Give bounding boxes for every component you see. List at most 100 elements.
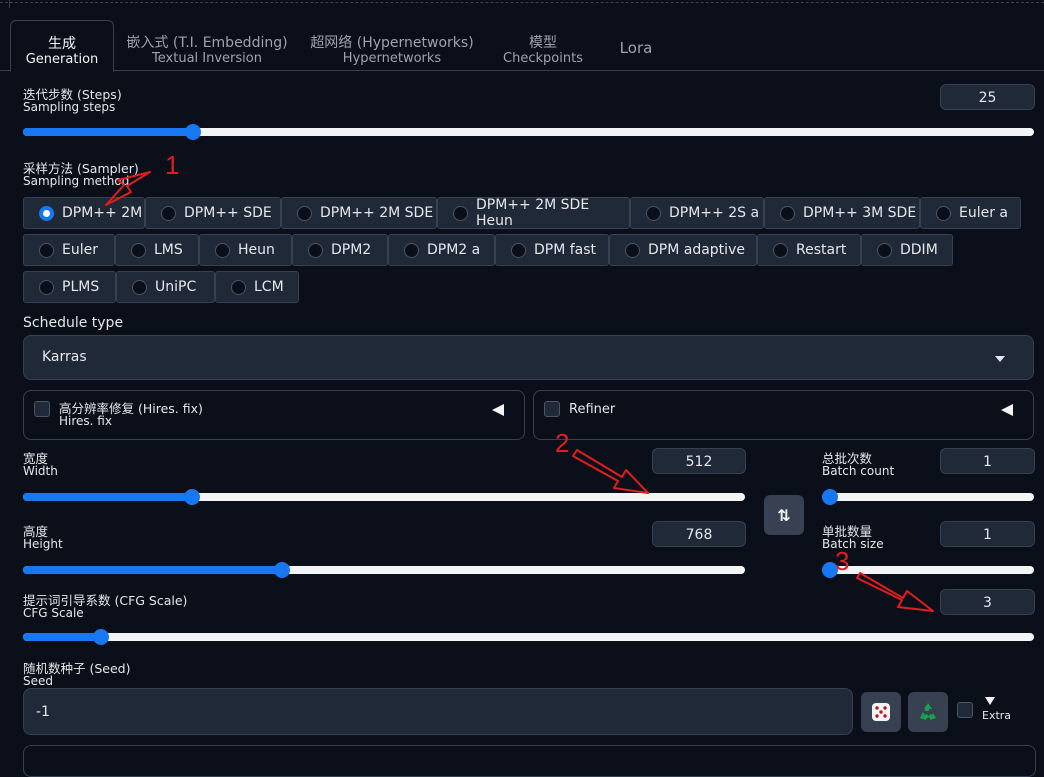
- steps-slider-handle[interactable]: [185, 124, 201, 140]
- sampler-option-dpm-adaptive[interactable]: DPM adaptive: [609, 234, 757, 266]
- tab-label-cn: 超网络 (Hypernetworks): [310, 35, 474, 51]
- sampler-option-dpmpp-3m-sde[interactable]: DPM++ 3M SDE: [764, 197, 920, 229]
- radio-icon: [215, 242, 230, 258]
- width-number-input[interactable]: 512: [652, 448, 746, 474]
- radio-icon: [131, 242, 146, 258]
- collapse-triangle-icon[interactable]: [492, 404, 504, 416]
- sampler-option-dpmpp-2m-sde[interactable]: DPM++ 2M SDE: [281, 197, 437, 229]
- cfg-scale-slider-handle[interactable]: [93, 629, 109, 645]
- sampler-option-label: DPM2 a: [427, 242, 481, 258]
- sampler-option-dpmpp-2s-a[interactable]: DPM++ 2S a: [630, 197, 764, 229]
- sampler-option-label: DPM2: [331, 242, 372, 258]
- sampler-option-unipc[interactable]: UniPC: [116, 271, 215, 303]
- steps-number-input[interactable]: 25: [940, 84, 1035, 110]
- height-slider-handle[interactable]: [274, 562, 290, 578]
- tab-label-en: Hypernetworks: [342, 51, 442, 66]
- height-number-input[interactable]: 768: [652, 521, 746, 547]
- steps-label: 迭代步数 (Steps) Sampling steps: [23, 88, 122, 114]
- tab-label-cn: 嵌入式 (T.I. Embedding): [126, 35, 288, 51]
- sampler-option-ddim[interactable]: DDIM: [861, 234, 953, 266]
- sampler-option-dpmpp-sde[interactable]: DPM++ SDE: [145, 197, 281, 229]
- batch-count-slider-handle[interactable]: [822, 489, 838, 505]
- sampler-option-euler[interactable]: Euler: [23, 234, 115, 266]
- collapse-triangle-icon[interactable]: [1001, 404, 1013, 416]
- sampler-option-heun[interactable]: Heun: [199, 234, 292, 266]
- reuse-seed-button[interactable]: [908, 692, 948, 732]
- tab-lora[interactable]: Lora: [605, 20, 667, 70]
- extra-seed-checkbox[interactable]: [957, 702, 973, 718]
- tab-label-cn: 模型: [529, 35, 557, 51]
- batch-count-number-input[interactable]: 1: [940, 448, 1035, 474]
- hires-fix-checkbox[interactable]: [34, 401, 50, 417]
- sampler-option-dpmpp-2m[interactable]: DPM++ 2M: [23, 197, 145, 229]
- annotation-number-2: 2: [555, 428, 570, 458]
- refiner-label: Refiner: [569, 402, 616, 417]
- swap-vertical-arrows-icon: ⇅: [777, 505, 791, 525]
- expand-triangle-icon: [985, 697, 995, 705]
- sampler-option-dpm-fast[interactable]: DPM fast: [495, 234, 609, 266]
- batch-size-number-input[interactable]: 1: [940, 521, 1035, 547]
- sampler-option-label: DPM++ 3M SDE: [803, 205, 917, 221]
- steps-slider[interactable]: [23, 124, 1034, 140]
- height-label: 高度 Height: [23, 525, 63, 551]
- height-label-en: Height: [23, 537, 63, 551]
- refiner-accordion[interactable]: Refiner: [533, 390, 1034, 440]
- extra-toggle[interactable]: Extra: [982, 697, 1011, 722]
- annotation-arrow-2: [572, 449, 649, 494]
- sampler-option-label: LCM: [254, 279, 284, 295]
- hires-fix-accordion[interactable]: 高分辨率修复 (Hires. fix) Hires. fix: [23, 390, 525, 440]
- batch-count-slider[interactable]: [822, 489, 1034, 505]
- seed-input[interactable]: -1: [23, 688, 853, 735]
- top-frame-edge: [9, 0, 10, 8]
- schedule-type-dropdown[interactable]: Karras: [23, 335, 1034, 380]
- tab-textual-inversion[interactable]: 嵌入式 (T.I. Embedding) Textual Inversion: [124, 20, 290, 70]
- sampler-option-dpmpp-2m-sde-heun[interactable]: DPM++ 2M SDE Heun: [437, 197, 630, 229]
- sampler-option-label: DPM adaptive: [648, 242, 745, 258]
- next-section-container: [23, 745, 1036, 777]
- annotation-number-1: 1: [165, 150, 180, 180]
- sampler-option-dpm2[interactable]: DPM2: [292, 234, 388, 266]
- swap-dimensions-button[interactable]: ⇅: [764, 495, 804, 535]
- hires-fix-label-en: Hires. fix: [59, 414, 112, 428]
- cfg-scale-number-input[interactable]: 3: [940, 589, 1035, 615]
- sampler-option-label: LMS: [154, 242, 183, 258]
- sampler-option-euler-a[interactable]: Euler a: [920, 197, 1021, 229]
- batch-size-label: 单批数量 Batch size: [822, 525, 884, 551]
- sampler-option-label: DPM fast: [534, 242, 597, 258]
- sampler-option-label: Euler: [62, 242, 98, 258]
- sampler-option-label: Restart: [796, 242, 847, 258]
- sampler-option-lcm[interactable]: LCM: [215, 271, 299, 303]
- refiner-checkbox[interactable]: [544, 401, 560, 417]
- random-seed-button[interactable]: [861, 692, 901, 732]
- sampler-option-label: PLMS: [62, 279, 100, 295]
- tab-label-en: Checkpoints: [503, 51, 583, 66]
- schedule-type-value: Karras: [42, 349, 87, 365]
- tab-generation[interactable]: 生成 Generation: [10, 20, 114, 72]
- tab-label-en: Textual Inversion: [152, 51, 262, 66]
- batch-size-slider[interactable]: [822, 562, 1034, 578]
- radio-icon: [132, 279, 147, 295]
- tab-bar: 生成 Generation 嵌入式 (T.I. Embedding) Textu…: [0, 20, 1044, 72]
- tab-hypernetworks[interactable]: 超网络 (Hypernetworks) Hypernetworks: [304, 20, 480, 70]
- cfg-scale-slider-fill: [23, 633, 101, 641]
- cfg-scale-slider[interactable]: [23, 629, 1034, 645]
- width-slider-handle[interactable]: [184, 489, 200, 505]
- annotation-number-3: 3: [835, 546, 850, 576]
- steps-label-en: Sampling steps: [23, 100, 116, 114]
- width-slider-fill: [23, 493, 192, 501]
- schedule-type-label: Schedule type: [23, 315, 124, 331]
- radio-icon: [404, 242, 419, 258]
- sampler-option-dpm2-a[interactable]: DPM2 a: [388, 234, 495, 266]
- recycle-icon: [920, 703, 936, 720]
- height-slider[interactable]: [23, 562, 745, 578]
- radio-icon: [780, 205, 795, 221]
- sampler-option-lms[interactable]: LMS: [115, 234, 199, 266]
- sampler-option-plms[interactable]: PLMS: [23, 271, 116, 303]
- radio-icon: [39, 242, 54, 258]
- hires-fix-label: 高分辨率修复 (Hires. fix) Hires. fix: [59, 402, 203, 428]
- tab-checkpoints[interactable]: 模型 Checkpoints: [494, 20, 592, 70]
- width-slider[interactable]: [23, 489, 745, 505]
- cfg-scale-label-en: CFG Scale: [23, 606, 84, 620]
- radio-icon: [297, 205, 312, 221]
- sampler-option-restart[interactable]: Restart: [757, 234, 861, 266]
